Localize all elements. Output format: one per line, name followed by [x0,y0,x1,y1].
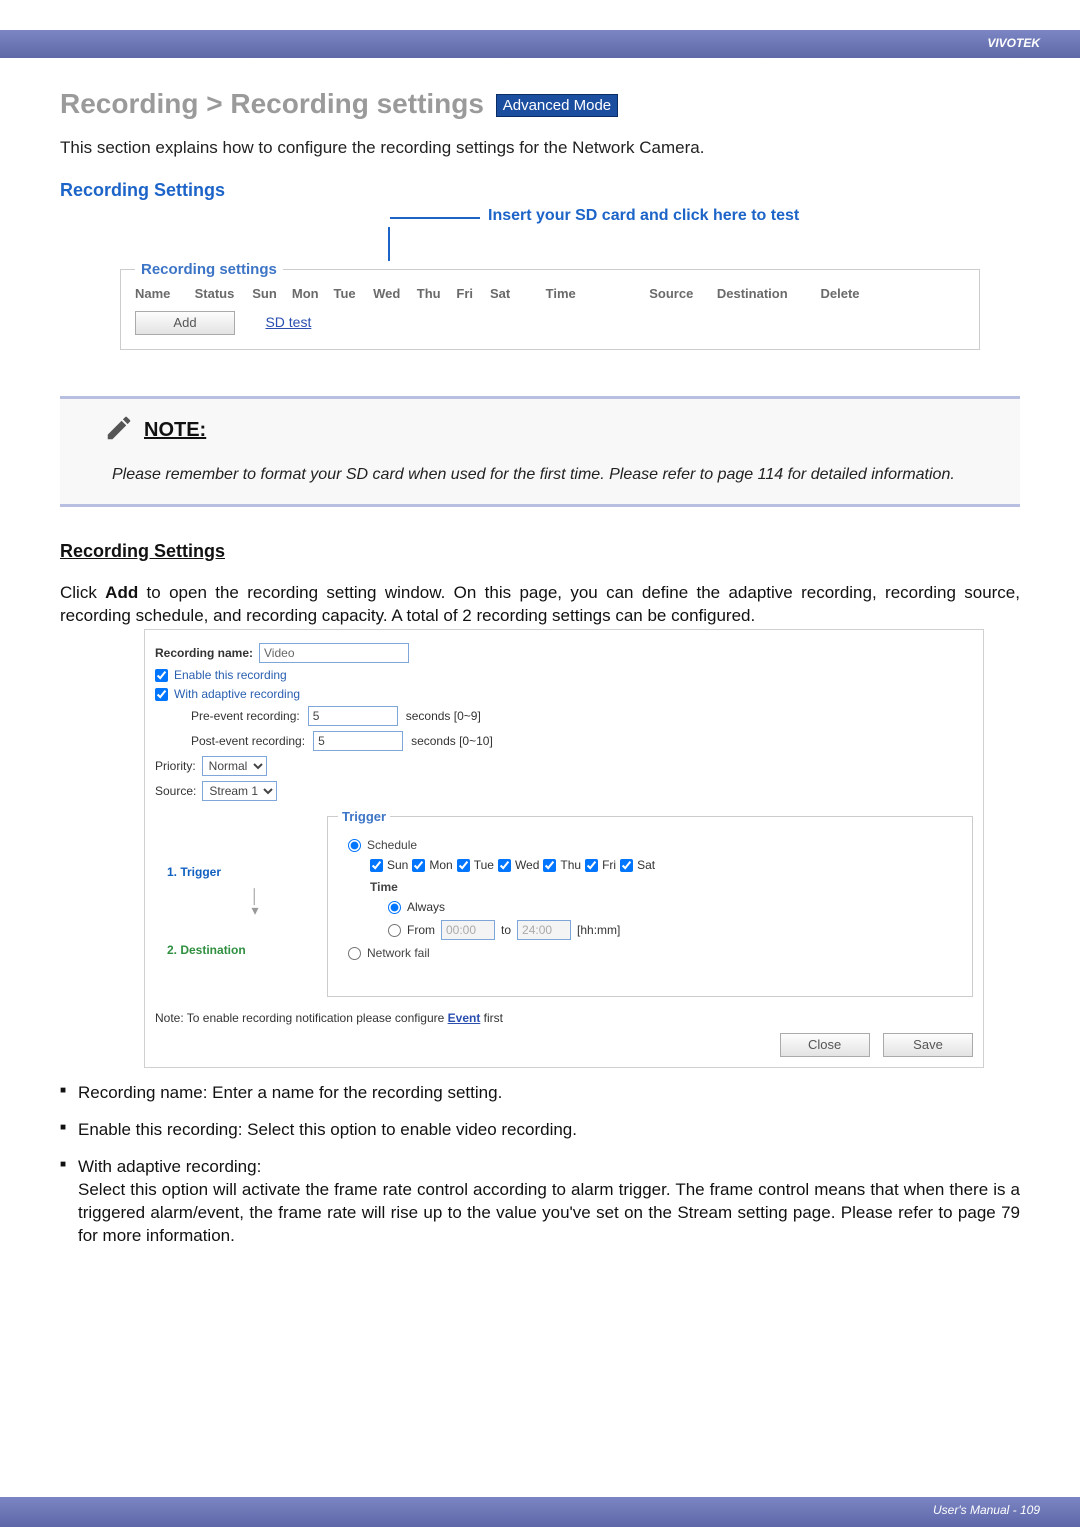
day-sat-checkbox[interactable] [620,859,633,872]
callout: Insert your SD card and click here to te… [390,207,1020,225]
recording-form: Recording name: Enable this recording Wi… [144,629,984,1068]
source-select[interactable]: Stream 1 [202,781,277,801]
note-block: NOTE: Please remember to format your SD … [60,396,1020,507]
col-sat: Sat [490,286,542,301]
post-event-label: Post-event recording: [191,734,305,748]
footer: User's Manual - 109 [0,1497,1080,1527]
col-source: Source [649,286,713,301]
pre-event-input[interactable] [308,706,398,726]
day-fri-checkbox[interactable] [585,859,598,872]
step-destination[interactable]: 2. Destination [167,943,315,957]
time-heading: Time [370,880,962,894]
day-mon-checkbox[interactable] [412,859,425,872]
bullet-enable-recording: Enable this recording: Select this optio… [60,1119,1020,1142]
pre-event-label: Pre-event recording: [191,709,300,723]
down-arrow-icon: │▾ [195,889,315,917]
recording-table-header: Name Status Sun Mon Tue Wed Thu Fri Sat … [135,286,965,301]
trigger-legend: Trigger [338,809,390,824]
always-radio[interactable] [388,901,401,914]
day-thu-checkbox[interactable] [543,859,556,872]
brand-bar: VIVOTEK [0,30,1080,58]
intro-text: This section explains how to configure t… [60,138,1020,158]
post-event-input[interactable] [313,731,403,751]
day-wed-checkbox[interactable] [498,859,511,872]
col-sun: Sun [252,286,288,301]
adaptive-recording-checkbox[interactable] [155,688,168,701]
footer-text: User's Manual - 109 [933,1503,1040,1517]
adaptive-recording-label: With adaptive recording [174,687,300,701]
col-thu: Thu [417,286,453,301]
note-body: Please remember to format your SD card w… [112,464,1020,486]
step-trigger[interactable]: 1. Trigger [167,865,315,879]
days-row: Sun Mon Tue Wed Thu Fri Sat [370,858,962,872]
col-mon: Mon [292,286,330,301]
sub-heading: Recording Settings [60,541,1020,562]
col-wed: Wed [373,286,413,301]
enable-recording-label: Enable this recording [174,668,287,682]
title-prefix: Recording > Recording settings [60,88,484,119]
col-time: Time [546,286,646,301]
section-heading: Recording Settings [60,180,1020,201]
enable-recording-checkbox[interactable] [155,669,168,682]
close-button[interactable]: Close [780,1033,870,1057]
hhmm-hint: [hh:mm] [577,923,620,937]
recording-settings-panel: Recording settings Name Status Sun Mon T… [120,261,980,350]
to-time-input[interactable] [517,920,571,940]
schedule-label: Schedule [367,838,417,852]
pre-event-hint: seconds [0~9] [406,709,481,723]
trigger-fieldset: Trigger Schedule Sun Mon Tue Wed Thu Fri… [327,809,973,997]
day-sun-checkbox[interactable] [370,859,383,872]
event-link[interactable]: Event [448,1011,481,1025]
col-status: Status [195,286,249,301]
from-label: From [407,923,435,937]
always-label: Always [407,900,445,914]
recording-name-input[interactable] [259,643,409,663]
bullet-recording-name: Recording name: Enter a name for the rec… [60,1082,1020,1105]
col-name: Name [135,286,191,301]
day-tue-checkbox[interactable] [457,859,470,872]
save-button[interactable]: Save [883,1033,973,1057]
config-note: Note: To enable recording notification p… [155,1011,973,1025]
to-label: to [501,923,511,937]
brand-text: VIVOTEK [987,36,1040,50]
callout-text: Insert your SD card and click here to te… [488,207,799,225]
col-delete: Delete [821,286,871,301]
post-event-hint: seconds [0~10] [411,734,493,748]
priority-label: Priority: [155,759,196,773]
page-title: Recording > Recording settings Advanced … [60,88,1020,120]
col-fri: Fri [456,286,486,301]
col-destination: Destination [717,286,817,301]
add-button[interactable]: Add [135,311,235,335]
network-fail-radio[interactable] [348,947,361,960]
bullet-adaptive-recording: With adaptive recording: Select this opt… [60,1156,1020,1248]
network-fail-label: Network fail [367,946,430,960]
schedule-radio[interactable] [348,839,361,852]
source-label: Source: [155,784,196,798]
advanced-mode-badge: Advanced Mode [496,94,618,117]
recording-name-label: Recording name: [155,646,253,660]
col-tue: Tue [334,286,370,301]
pencil-icon [104,413,134,448]
body-paragraph: Click Add to open the recording setting … [60,582,1020,628]
sd-test-link[interactable]: SD test [265,314,311,330]
from-radio[interactable] [388,924,401,937]
recording-settings-legend: Recording settings [135,261,283,278]
from-time-input[interactable] [441,920,495,940]
priority-select[interactable]: Normal [202,756,267,776]
note-title: NOTE: [144,419,206,442]
